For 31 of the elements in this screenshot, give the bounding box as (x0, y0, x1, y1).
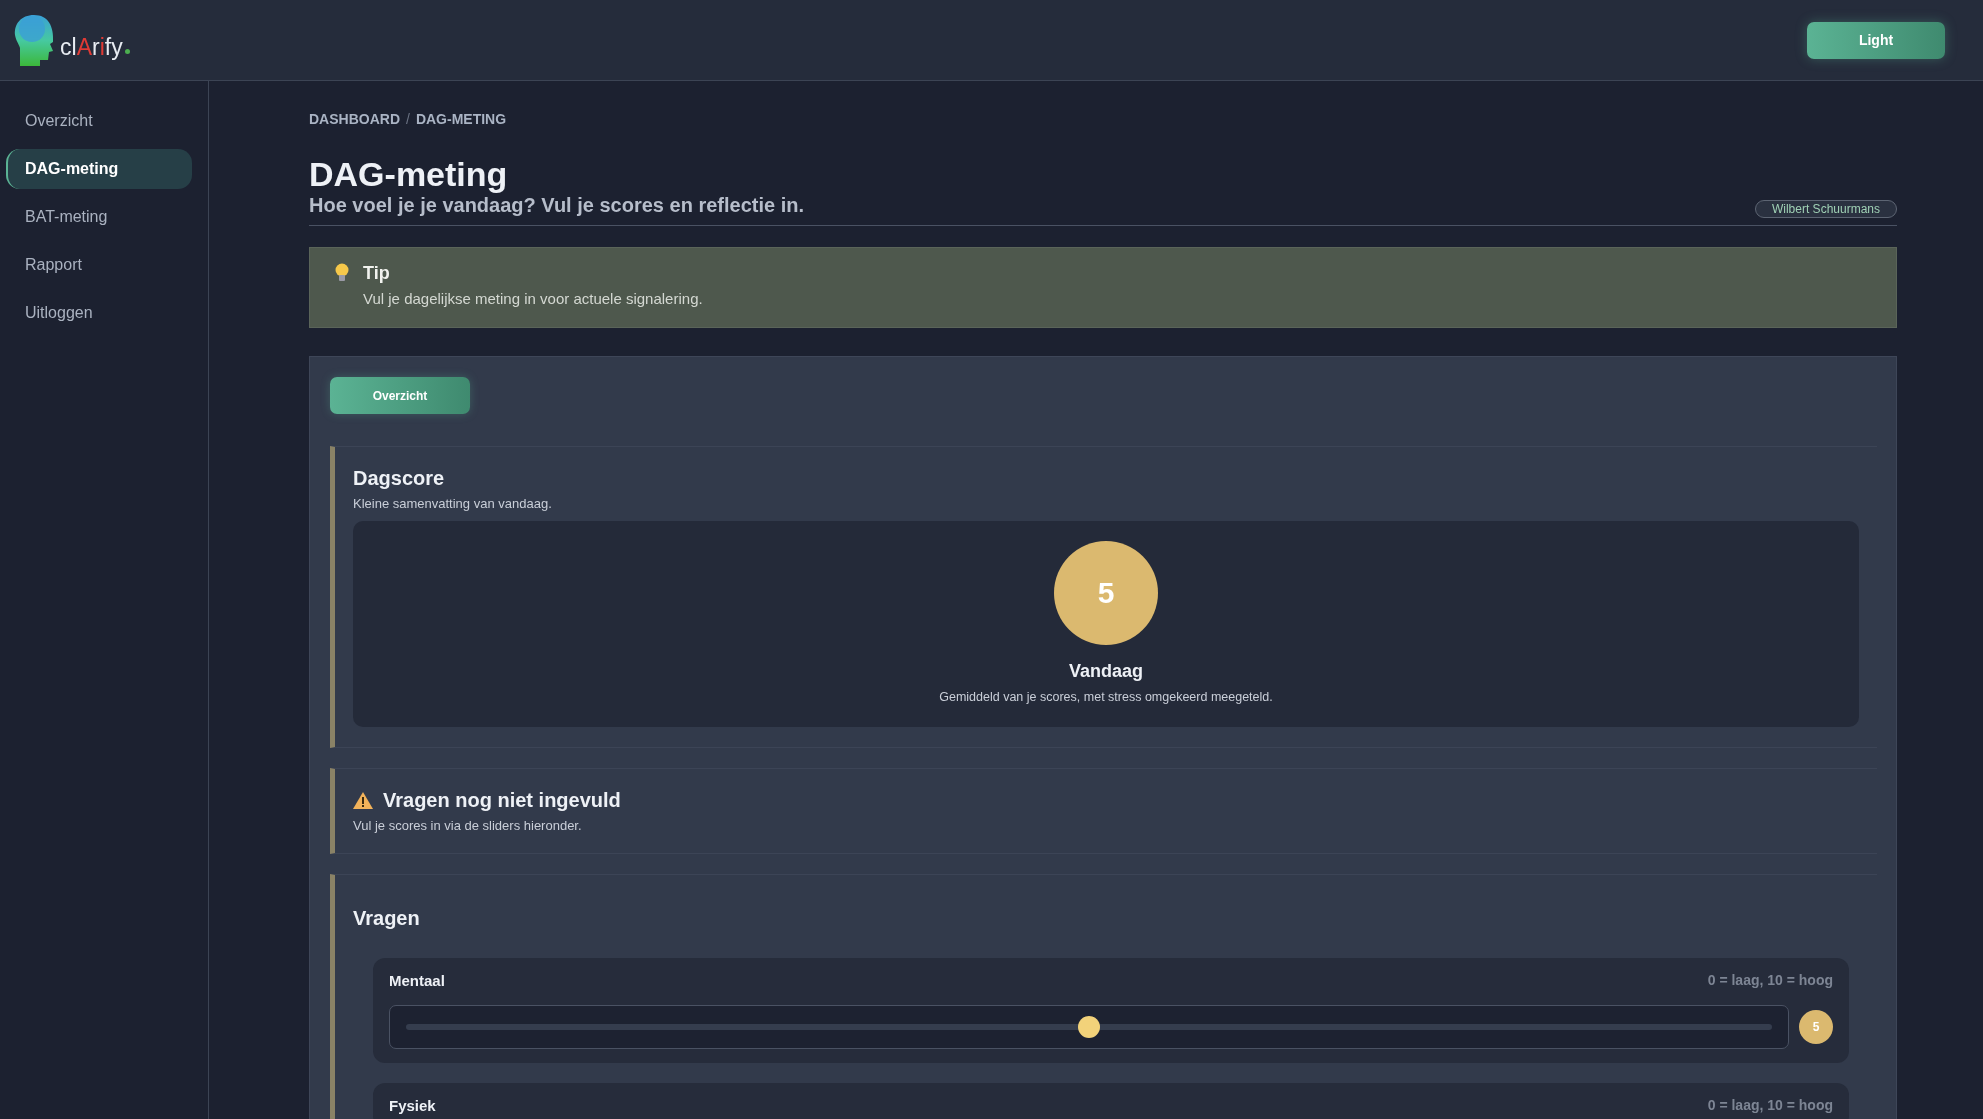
sidebar-item[interactable]: DAG-meting (6, 149, 192, 189)
section-title: Dagscore (353, 467, 446, 490)
scale-hint: 0 = laag, 10 = hoog (1707, 1097, 1833, 1114)
sidebar-item[interactable]: Uitloggen (6, 293, 192, 333)
page-title: DAG-meting (309, 155, 509, 194)
breadcrumb-separator: / (406, 111, 410, 127)
score-label: Vandaag (1069, 661, 1143, 682)
score-circle: 5 (1054, 541, 1158, 645)
question-label: Mentaal (389, 972, 445, 989)
warning-title: Vragen nog niet ingevuld (383, 789, 621, 812)
score-note: Gemiddeld van je scores, met stress omgekeerd meegeteld. (939, 690, 1273, 704)
section-title: Vragen (353, 907, 421, 930)
lightbulb-icon (335, 263, 349, 283)
slider[interactable] (389, 1005, 1789, 1049)
slider-thumb[interactable] (1078, 1016, 1100, 1038)
question-label: Fysiek (389, 1097, 436, 1114)
breadcrumb-link[interactable]: DAG-METING (415, 111, 507, 127)
scale-hint: 0 = laag, 10 = hoog (1707, 972, 1833, 989)
warning-text: Vul je scores in via de sliders hieronder. (353, 818, 583, 833)
value-badge: 5 (1799, 1010, 1833, 1044)
breadcrumb-link[interactable]: DASHBOARD (309, 111, 400, 127)
sidebar-item[interactable]: Overzicht (6, 101, 192, 141)
page-subtitle: Hoe voel je je vandaag? Vul je scores en reflectie in. (309, 194, 804, 217)
logo-text: clArify (60, 34, 123, 61)
tip-title: Tip (363, 263, 391, 284)
sidebar-item[interactable]: Rapport (6, 245, 192, 285)
warning-icon (353, 792, 373, 809)
sidebar-item[interactable]: BAT-meting (6, 197, 192, 237)
section-subtitle: Kleine samenvatting van vandaag. (353, 496, 553, 511)
tip-text: Vul je dagelijkse meting in voor actuele signalering. (363, 290, 703, 307)
user-badge: Wilbert Schuurmans (1754, 200, 1897, 218)
